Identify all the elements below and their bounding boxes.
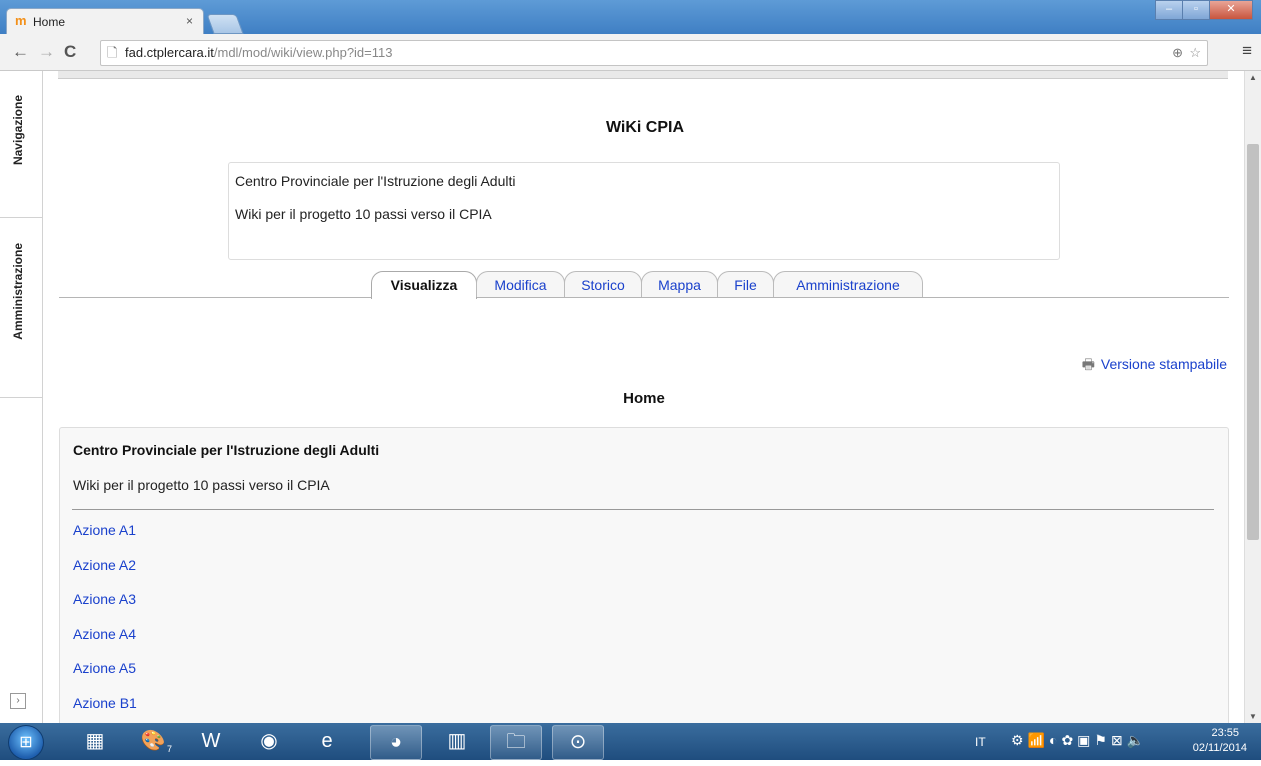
forward-icon[interactable]: → — [38, 42, 55, 62]
browser-tab[interactable]: m Home × — [6, 8, 204, 35]
scroll-down-icon[interactable]: ▼ — [1249, 712, 1257, 721]
address-bar[interactable]: 🗋 fad.ctplercara.it/mdl/mod/wiki/view.ph… — [100, 40, 1208, 66]
scroll-up-icon[interactable]: ▲ — [1249, 73, 1257, 82]
tab-mappa[interactable]: Mappa — [641, 271, 718, 297]
minimize-button[interactable]: – — [1155, 0, 1183, 20]
printable-version-link[interactable]: 🖶 Versione stampabile — [1082, 354, 1227, 378]
browser-toolbar: ← → C 🗋 fad.ctplercara.it/mdl/mod/wiki/v… — [0, 34, 1261, 71]
new-tab-button[interactable] — [206, 14, 244, 34]
dock-item-navigazione[interactable]: Navigazione — [0, 71, 42, 218]
dock-item-label: Navigazione — [11, 95, 25, 166]
wiki-title: WiKi CPIA — [605, 119, 685, 136]
page-heading: Home — [623, 390, 665, 407]
page-scrollbar[interactable]: ▲ ▼ — [1244, 71, 1261, 723]
tab-amministrazione[interactable]: Amministrazione — [773, 271, 923, 297]
intro-line: Centro Provinciale per l'Istruzione degl… — [235, 173, 516, 189]
paint-icon[interactable]: 🎨 7 — [128, 725, 178, 758]
maximize-button[interactable]: ▫ — [1182, 0, 1210, 20]
reload-icon[interactable]: C — [64, 42, 76, 62]
word-icon[interactable]: W — [186, 725, 236, 758]
tab-modifica[interactable]: Modifica — [476, 271, 565, 297]
printable-version-label: Versione stampabile — [1100, 356, 1227, 372]
menu-icon[interactable]: ≡ — [1242, 41, 1252, 61]
star-icon[interactable]: ☆ — [1189, 41, 1201, 65]
tab-close-icon[interactable]: × — [186, 14, 193, 28]
tray-icons[interactable]: ⚙📶◐✿▣⚑⊠🔈 — [1011, 732, 1148, 749]
wiki-link-azione-a1[interactable]: Azione A1 — [73, 522, 137, 557]
wiki-link-azione-a2[interactable]: Azione A2 — [73, 557, 137, 592]
printer-icon: 🖶 — [1081, 356, 1095, 372]
moodle-favicon-icon: m — [15, 13, 27, 28]
wiki-link-azione-a4[interactable]: Azione A4 — [73, 626, 137, 661]
content-title: Centro Provinciale per l'Istruzione degl… — [73, 442, 380, 458]
url-text: fad.ctplercara.it/mdl/mod/wiki/view.php?… — [125, 45, 393, 60]
dock-item-label: Amministrazione — [11, 243, 25, 340]
page-icon: 🗋 — [107, 45, 118, 60]
dock-item-amministrazione[interactable]: Amministrazione — [0, 217, 42, 398]
divider — [72, 509, 1214, 510]
windows-taskbar: ⊞ ▦ 🎨 7 W ◉ e ◕ ▥ 🗀 ⊙ IT ⚙📶◐✿▣⚑⊠🔈 23:55 0… — [0, 723, 1261, 760]
page-content: Navigazione Amministrazione › WiKi CPIA … — [0, 71, 1245, 723]
content-description: Wiki per il progetto 10 passi verso il C… — [73, 477, 330, 493]
chrome-icon[interactable]: ◕ — [370, 725, 422, 760]
archive-icon[interactable]: ▥ — [432, 725, 482, 758]
start-button[interactable]: ⊞ — [8, 725, 44, 760]
firefox-icon[interactable]: ◉ — [244, 725, 294, 758]
ie-icon[interactable]: e — [302, 725, 352, 758]
wiki-link-azione-b1[interactable]: Azione B1 — [73, 695, 137, 724]
zoom-icon[interactable]: ⊕ — [1172, 41, 1183, 65]
browser-titlebar: m Home × – ▫ ✕ — [0, 0, 1261, 35]
dock-toggle-icon[interactable]: › — [10, 693, 26, 709]
wiki-intro-box: Centro Provinciale per l'Istruzione degl… — [228, 162, 1060, 260]
intro-line: Wiki per il progetto 10 passi verso il C… — [235, 206, 492, 222]
wiki-link-list: Azione A1 Azione A2 Azione A3 Azione A4 … — [73, 522, 137, 723]
tab-file[interactable]: File — [717, 271, 774, 297]
wiki-link-azione-a3[interactable]: Azione A3 — [73, 591, 137, 626]
tab-storico[interactable]: Storico — [564, 271, 642, 297]
explorer-icon[interactable]: 🗀 — [490, 725, 542, 760]
back-icon[interactable]: ← — [12, 42, 29, 62]
clock-date[interactable]: 02/11/2014 — [1193, 742, 1247, 754]
paint-badge: 7 — [166, 744, 172, 754]
network-icon[interactable]: ⊙ — [552, 725, 604, 760]
clock-time[interactable]: 23:55 — [1211, 727, 1239, 739]
system-tray: IT ⚙📶◐✿▣⚑⊠🔈 23:55 02/11/2014 — [951, 723, 1261, 760]
wiki-tabs-baseline — [59, 297, 1229, 298]
top-band — [58, 71, 1228, 79]
close-window-button[interactable]: ✕ — [1209, 0, 1253, 20]
scroll-thumb[interactable] — [1247, 144, 1259, 540]
wiki-content-box: Centro Provinciale per l'Istruzione degl… — [59, 427, 1229, 723]
window-controls: – ▫ ✕ — [1155, 0, 1253, 20]
calculator-icon[interactable]: ▦ — [70, 725, 120, 758]
wiki-link-azione-a5[interactable]: Azione A5 — [73, 660, 137, 695]
tab-title: Home — [33, 15, 66, 29]
language-indicator[interactable]: IT — [975, 735, 986, 749]
block-dock: Navigazione Amministrazione › — [0, 71, 43, 723]
tab-visualizza[interactable]: Visualizza — [371, 271, 477, 299]
